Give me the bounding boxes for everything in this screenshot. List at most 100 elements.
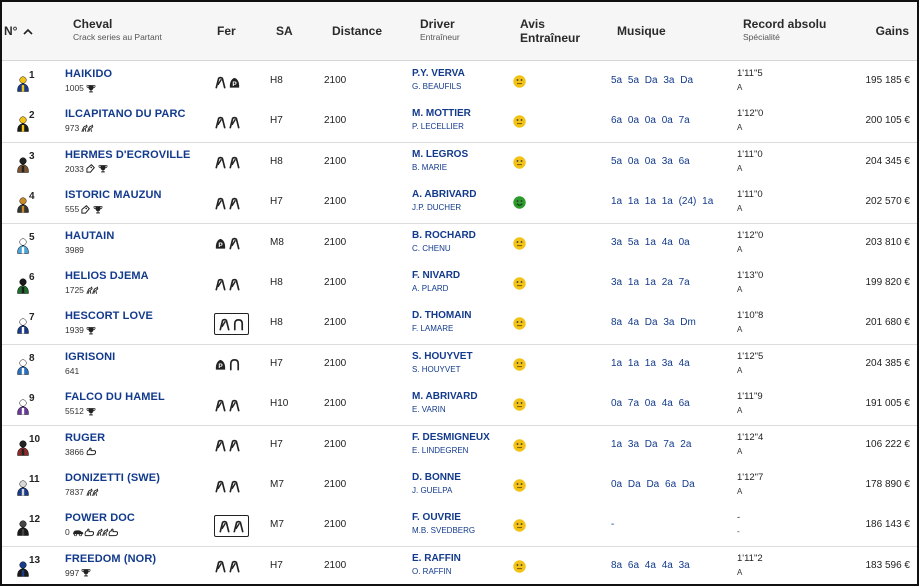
trainer-link[interactable]: G. BEAUFILS — [412, 82, 465, 91]
distance-cell: 2100 — [324, 317, 347, 329]
sort-number-header[interactable]: N° — [4, 24, 34, 38]
partants-table: N° Cheval Crack series au Partant Fer SA… — [0, 0, 919, 586]
musique-cell[interactable]: 1a 3a Da 7a 2a — [611, 439, 691, 450]
horse-cell: FALCO DU HAMEL 5512 — [65, 391, 165, 416]
musique-cell[interactable]: 6a 0a 0a 0a 7a — [611, 115, 690, 126]
driver-link[interactable]: M. LEGROS — [412, 149, 468, 160]
record-cell: 1'11"9 A — [737, 391, 763, 415]
horse-name-link[interactable]: HAIKIDO — [65, 68, 112, 80]
svg-text:P: P — [218, 242, 223, 249]
horse-name-link[interactable]: HESCORT LOVE — [65, 310, 153, 322]
trainer-link[interactable]: C. CHENU — [412, 244, 476, 253]
runner-number: 4 — [16, 191, 46, 215]
trainer-link[interactable]: F. LAMARE — [412, 324, 471, 333]
fer-cell — [214, 113, 241, 131]
table-row[interactable]: 4 ISTORIC MAUZUN 555 H7 2100 A. ABRIVARD J.P. … — [2, 183, 917, 225]
driver-link[interactable]: D. BONNE — [412, 472, 461, 483]
horse-name-link[interactable]: HAUTAIN — [65, 230, 114, 242]
driver-link[interactable]: E. RAFFIN — [412, 553, 461, 564]
header-fer: Fer — [217, 24, 236, 38]
table-row[interactable]: 5 HAUTAIN 3989 P M8 2100 B. ROCHARD C. CHENU 3a … — [2, 223, 917, 265]
table-row[interactable]: 7 HESCORT LOVE 1939 H8 2100 D. THOMAIN F. LAMA… — [2, 304, 917, 346]
table-row[interactable]: 13 FREEDOM (NOR) 997 H7 2100 E. RAFFIN O. RAFF… — [2, 546, 917, 584]
driver-link[interactable]: F. DESMIGNEUX — [412, 432, 490, 443]
musique-cell[interactable]: 1a 1a 1a 3a 4a — [611, 358, 690, 369]
driver-link[interactable]: B. ROCHARD — [412, 230, 476, 241]
musique-cell[interactable]: 5a 5a Da 3a Da — [611, 75, 693, 86]
musique-cell[interactable]: 1a 1a 1a 1a (24) 1a — [611, 196, 713, 207]
fer-cell — [214, 437, 241, 455]
horseshoe-open-icon — [228, 358, 241, 371]
horse-sub-value: 973 — [65, 123, 80, 134]
jockey-silk-icon — [16, 116, 30, 133]
musique-cell[interactable]: 0a 7a 0a 4a 6a — [611, 398, 690, 409]
driver-link[interactable]: F. NIVARD — [412, 270, 460, 281]
driver-link[interactable]: P.Y. VERVA — [412, 68, 465, 79]
horse-cell: HELIOS DJEMA 1725 — [65, 270, 149, 295]
table-row[interactable]: 3 HERMES D'ECROVILLE 2033 H8 2100 M. LEGROS B.… — [2, 142, 917, 184]
horse-sub-value: 997 — [65, 567, 80, 578]
trainer-link[interactable]: B. MARIE — [412, 163, 468, 172]
horse-name-link[interactable]: RUGER — [65, 432, 105, 444]
runner-number: 9 — [16, 393, 46, 417]
horse-name-link[interactable]: DONIZETTI (SWE) — [65, 472, 160, 484]
table-row[interactable]: 8 IGRISONI 641 P H7 2100 S. HOUYVET S. HOUYVET 1… — [2, 344, 917, 386]
shoe-icon — [218, 520, 231, 533]
driver-link[interactable]: F. OUVRIE — [412, 512, 475, 523]
trainer-link[interactable]: J. GUELPA — [412, 486, 461, 495]
musique-cell[interactable]: 3a 1a 1a 2a 7a — [611, 277, 690, 288]
sa-cell: H7 — [270, 115, 283, 127]
horse-name-link[interactable]: POWER DOC — [65, 512, 135, 524]
driver-link[interactable]: D. THOMAIN — [412, 310, 471, 321]
horse-name-link[interactable]: ILCAPITANO DU PARC — [65, 108, 186, 120]
header-avis-line1: Avis — [520, 17, 545, 31]
record-value: 1'12"0 — [737, 229, 764, 241]
musique-cell[interactable]: - — [611, 519, 614, 530]
record-speciality: A — [737, 204, 743, 214]
record-value: 1'12"7 — [737, 472, 764, 483]
trainer-link[interactable]: E. LINDEGREN — [412, 446, 490, 455]
table-row[interactable]: 10 RUGER 3866 H7 2100 F. DESMIGNEUX E. LINDEGR… — [2, 425, 917, 467]
jockey-silk-icon — [16, 520, 30, 537]
musique-cell[interactable]: 0a Da Da 6a Da — [611, 479, 695, 490]
table-row[interactable]: 12 POWER DOC 0 M7 2100 F. OUVRIE M.B. SVEDBERG… — [2, 506, 917, 548]
horse-cell: ILCAPITANO DU PARC 973 — [65, 108, 186, 133]
header-record-sub: Spécialité — [743, 32, 780, 42]
table-row[interactable]: 9 FALCO DU HAMEL 5512 H10 2100 M. ABRIVARD E. … — [2, 385, 917, 427]
trainer-link[interactable]: A. PLARD — [412, 284, 460, 293]
horse-name-link[interactable]: FALCO DU HAMEL — [65, 391, 165, 403]
smiley-neutral-icon — [513, 277, 526, 290]
musique-cell[interactable]: 8a 6a 4a 4a 3a — [611, 560, 690, 571]
musique-cell[interactable]: 3a 5a 1a 4a 0a — [611, 237, 690, 248]
driver-link[interactable]: M. MOTTIER — [412, 108, 471, 119]
gains-cell: 204 345 € — [865, 155, 911, 167]
trainer-link[interactable]: E. VARIN — [412, 405, 478, 414]
runner-number-text: 11 — [29, 474, 40, 485]
musique-cell[interactable]: 5a 0a 0a 3a 6a — [611, 156, 690, 167]
trainer-link[interactable]: J.P. DUCHER — [412, 203, 476, 212]
horse-name-link[interactable]: HERMES D'ECROVILLE — [65, 149, 190, 161]
trainer-link[interactable]: O. RAFFIN — [412, 567, 461, 576]
table-row[interactable]: 1 HAIKIDO 1005 P H8 2100 P.Y. VERVA G. BEAUFILS… — [2, 62, 917, 103]
horse-sub-value: 641 — [65, 365, 80, 376]
horse-sub-value: 3866 — [65, 446, 84, 457]
table-row[interactable]: 6 HELIOS DJEMA 1725 H8 2100 F. NIVARD A. PLARD… — [2, 264, 917, 305]
horse-name-link[interactable]: IGRISONI — [65, 351, 115, 363]
horse-name-link[interactable]: ISTORIC MAUZUN — [65, 189, 162, 201]
trainer-link[interactable]: S. HOUYVET — [412, 365, 473, 374]
fer-cell — [214, 396, 241, 414]
driver-cell: M. MOTTIER P. LECELLIER — [412, 108, 471, 131]
musique-cell[interactable]: 8a 4a Da 3a Dm — [611, 317, 696, 328]
driver-link[interactable]: A. ABRIVARD — [412, 189, 476, 200]
trainer-link[interactable]: M.B. SVEDBERG — [412, 526, 475, 535]
horse-sub-value: 7837 — [65, 487, 84, 497]
driver-link[interactable]: M. ABRIVARD — [412, 391, 478, 402]
distance-cell: 2100 — [324, 277, 347, 288]
trophy-icon — [86, 407, 96, 416]
horse-name-link[interactable]: HELIOS DJEMA — [65, 270, 149, 282]
horse-name-link[interactable]: FREEDOM (NOR) — [65, 553, 156, 565]
table-row[interactable]: 2 ILCAPITANO DU PARC 973 H7 2100 M. MOTTIER P.… — [2, 102, 917, 144]
table-row[interactable]: 11 DONIZETTI (SWE) 7837 M7 2100 D. BONNE J. GU… — [2, 466, 917, 507]
trainer-link[interactable]: P. LECELLIER — [412, 122, 471, 131]
driver-link[interactable]: S. HOUYVET — [412, 351, 473, 362]
